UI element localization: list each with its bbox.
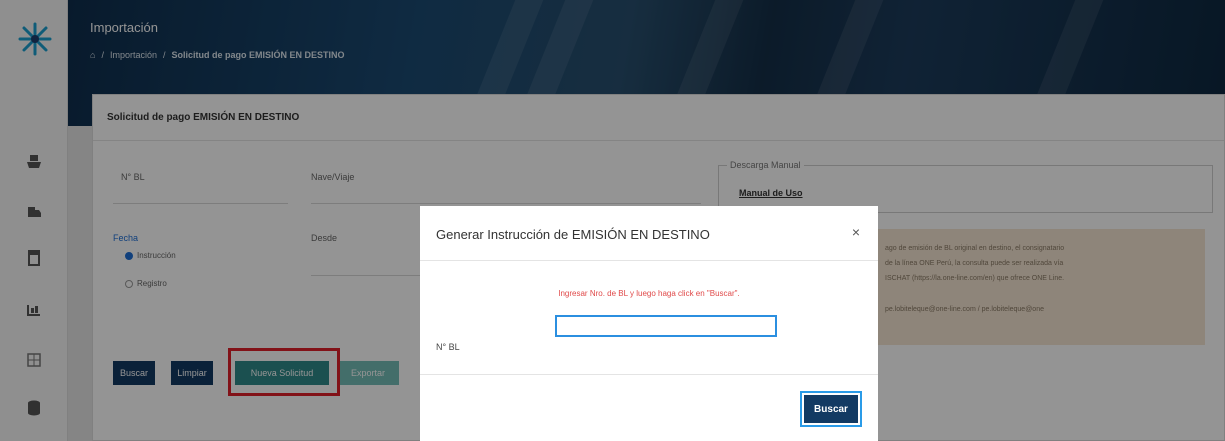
modal-divider — [420, 374, 878, 375]
modal-header: Generar Instrucción de EMISIÓN EN DESTIN… — [420, 206, 878, 261]
modal-hint: Ingresar Nro. de BL y luego haga click e… — [558, 289, 740, 298]
modal-buscar-button[interactable]: Buscar — [800, 391, 862, 427]
bl-search-input[interactable] — [555, 315, 777, 337]
modal-buscar-label: Buscar — [804, 395, 858, 423]
close-icon[interactable]: × — [852, 224, 860, 240]
modal-bl-label: N° BL — [436, 342, 460, 352]
modal-dialog: Generar Instrucción de EMISIÓN EN DESTIN… — [420, 206, 878, 441]
modal-title: Generar Instrucción de EMISIÓN EN DESTIN… — [436, 227, 710, 242]
